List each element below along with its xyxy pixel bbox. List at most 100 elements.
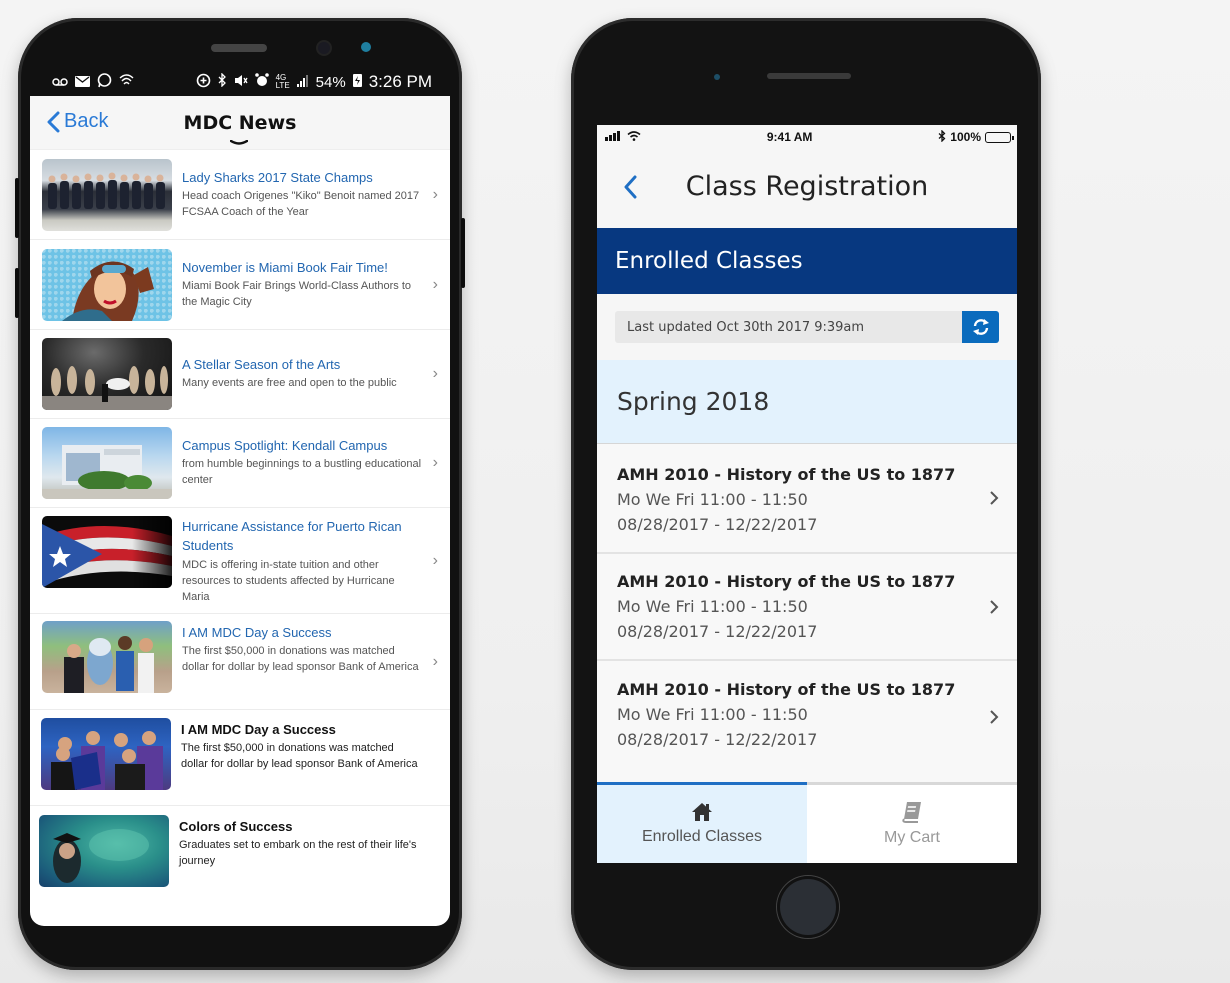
news-description: MDC is offering in-state tuition and oth… — [182, 559, 395, 603]
book-icon — [902, 802, 921, 823]
chevron-right-icon — [990, 710, 999, 724]
page-title: Class Registration — [685, 171, 929, 202]
class-name: AMH 2010 - History of the US to 1877 — [617, 680, 956, 699]
news-title: November is Miami Book Fair Time! — [182, 260, 388, 275]
news-list: Lady Sharks 2017 State Champs Head coach… — [30, 150, 450, 906]
graduate-color-smoke-photo — [39, 815, 169, 887]
news-title: Hurricane Assistance for Puerto Rican St… — [182, 519, 402, 553]
last-updated-row: Last updated Oct 30th 2017 9:39am — [597, 294, 1017, 360]
bluetooth-icon — [218, 72, 227, 91]
class-name: AMH 2010 - History of the US to 1877 — [617, 465, 956, 484]
news-item[interactable]: I AM MDC Day a Success The first $50,000… — [30, 710, 450, 806]
chevron-right-icon — [990, 599, 999, 614]
class-dates: 08/28/2017 - 12/22/2017 — [617, 622, 818, 641]
class-list-item[interactable]: AMH 2010 - History of the US to 1877 Mo … — [597, 554, 1017, 661]
mascot-group-photo — [42, 621, 172, 693]
mdc-news-screen: Back MDC News Lady Sharks 2017 State Cha… — [30, 96, 450, 926]
ios-status-bar: 9:41 AM 100% — [597, 125, 1017, 149]
earpiece-speaker — [767, 73, 851, 79]
battery-charging-icon — [352, 73, 362, 91]
tab-bar: Enrolled Classes My Cart — [597, 782, 1017, 863]
news-item[interactable]: A Stellar Season of the Arts Many events… — [30, 330, 450, 419]
news-title: Lady Sharks 2017 State Champs — [182, 170, 373, 185]
news-item[interactable]: Colors of Success Graduates set to embar… — [30, 806, 450, 906]
earpiece-speaker — [211, 44, 267, 52]
news-title: A Stellar Season of the Arts — [182, 357, 341, 372]
tab-label: My Cart — [884, 829, 940, 846]
4g-lte-icon: 4G LTE — [275, 73, 290, 90]
refresh-icon — [972, 319, 989, 335]
voicemail-icon — [52, 74, 68, 91]
news-title: Colors of Success — [179, 819, 293, 834]
news-description: Many events are free and open to the pub… — [182, 377, 397, 389]
chevron-down-icon[interactable] — [230, 140, 248, 146]
news-title: I AM MDC Day a Success — [181, 722, 336, 737]
news-description: Miami Book Fair Brings World-Class Autho… — [182, 280, 412, 308]
class-name: AMH 2010 - History of the US to 1877 — [617, 572, 956, 591]
mute-icon — [234, 74, 248, 91]
news-item[interactable]: November is Miami Book Fair Time! Miami … — [30, 240, 450, 330]
soccer-players-photo — [41, 718, 171, 790]
bixby-button — [15, 268, 19, 318]
class-dates: 08/28/2017 - 12/22/2017 — [617, 515, 818, 534]
news-item[interactable]: I AM MDC Day a Success The first $50,000… — [30, 614, 450, 710]
battery-icon — [985, 131, 1014, 143]
news-description: Graduates set to embark on the rest of t… — [179, 839, 417, 867]
data-saver-icon — [196, 73, 211, 92]
class-schedule: Mo We Fri 11:00 - 11:50 — [617, 490, 808, 509]
chevron-right-icon: › — [432, 365, 438, 382]
tab-enrolled-classes[interactable]: Enrolled Classes — [597, 782, 807, 863]
battery-percent: 100% — [950, 130, 981, 144]
nav-bar: Class Registration — [597, 149, 1017, 228]
mail-icon — [75, 74, 90, 91]
wifi-icon — [627, 130, 641, 144]
section-banner: Enrolled Classes — [597, 228, 1017, 294]
volleyball-team-photo — [42, 159, 172, 231]
chevron-right-icon: › — [432, 652, 438, 670]
refresh-button[interactable] — [962, 311, 999, 343]
wifi-icon — [119, 73, 134, 91]
whatsapp-icon — [97, 72, 112, 92]
tab-my-cart[interactable]: My Cart — [807, 785, 1017, 863]
class-schedule: Mo We Fri 11:00 - 11:50 — [617, 597, 808, 616]
front-camera — [318, 42, 330, 54]
news-item[interactable]: Hurricane Assistance for Puerto Rican St… — [30, 508, 450, 614]
news-item[interactable]: Campus Spotlight: Kendall Campus from hu… — [30, 419, 450, 508]
class-dates: 08/28/2017 - 12/22/2017 — [617, 730, 818, 749]
status-time: 3:26 PM — [368, 72, 432, 91]
class-schedule: Mo We Fri 11:00 - 11:50 — [617, 705, 808, 724]
battery-percent: 54% — [315, 73, 346, 91]
android-status-bar: 4G LTE 54% 3:26 PM — [30, 68, 450, 96]
last-updated-text: Last updated Oct 30th 2017 9:39am — [615, 311, 962, 343]
puerto-rico-flag-photo — [42, 516, 172, 588]
pop-art-aviator-illustration — [42, 249, 172, 321]
signal-icon — [605, 130, 623, 144]
term-header: Spring 2018 — [597, 360, 1017, 444]
chevron-right-icon: › — [432, 275, 438, 293]
news-description: Head coach Origenes "Kiko" Benoit named … — [182, 190, 420, 218]
news-item[interactable]: Lady Sharks 2017 State Champs Head coach… — [30, 150, 450, 240]
signal-icon — [296, 74, 309, 91]
power-button — [461, 218, 465, 288]
front-camera — [714, 74, 720, 80]
home-icon — [692, 803, 712, 821]
chevron-right-icon: › — [432, 454, 438, 471]
news-description: The first $50,000 in donations was match… — [182, 645, 419, 673]
news-description: from humble beginnings to a bustling edu… — [182, 458, 422, 486]
proximity-sensor — [361, 42, 371, 52]
chevron-right-icon: › — [432, 185, 438, 203]
status-time: 9:41 AM — [766, 130, 813, 144]
class-list-item[interactable]: AMH 2010 - History of the US to 1877 Mo … — [597, 661, 1017, 783]
news-title: I AM MDC Day a Success — [182, 625, 332, 640]
alarm-icon — [254, 73, 269, 91]
nav-bar: Back MDC News — [30, 96, 450, 150]
bluetooth-icon — [938, 128, 946, 145]
class-registration-screen: 9:41 AM 100% Class Registration Enrolled… — [597, 125, 1017, 863]
home-button[interactable] — [777, 876, 839, 938]
dance-performance-photo — [42, 338, 172, 410]
volume-button — [15, 178, 19, 238]
campus-building-photo — [42, 427, 172, 499]
chevron-right-icon — [990, 491, 999, 505]
tab-label: Enrolled Classes — [641, 828, 763, 845]
class-list-item[interactable]: AMH 2010 - History of the US to 1877 Mo … — [597, 444, 1017, 554]
